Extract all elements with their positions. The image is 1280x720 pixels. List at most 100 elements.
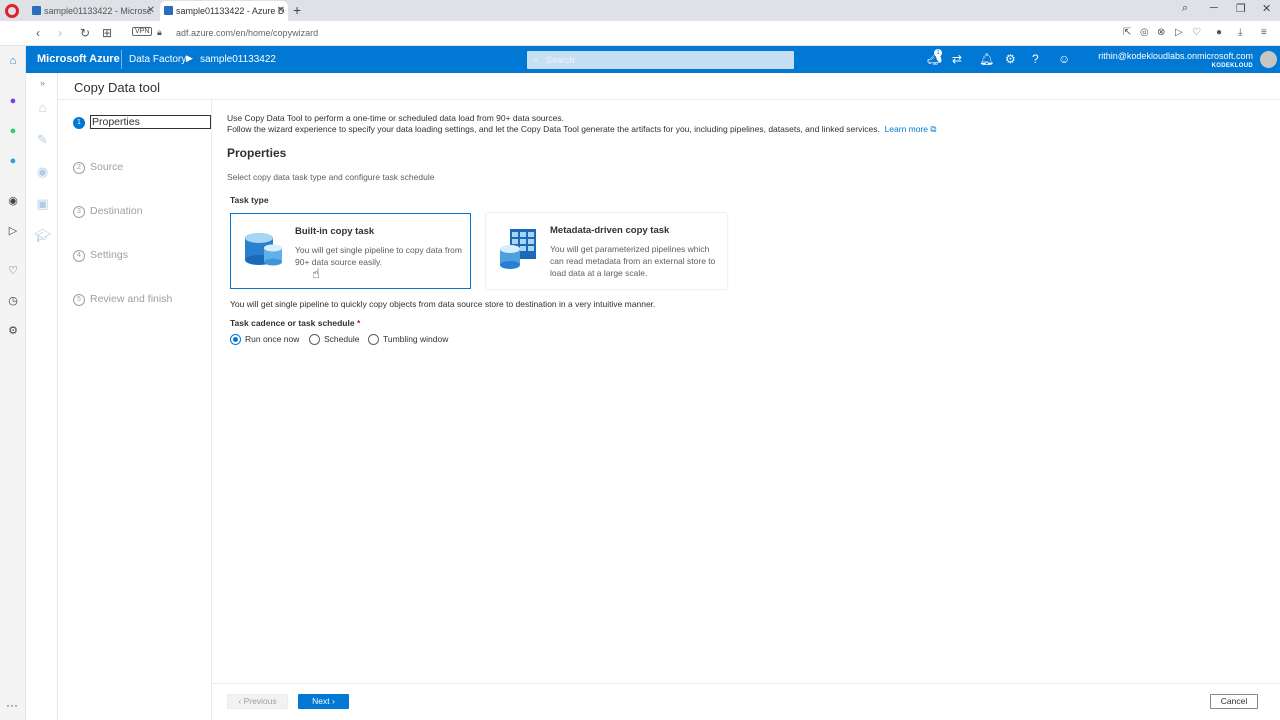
avatar[interactable] <box>1260 51 1277 68</box>
azure-favicon-icon <box>32 6 41 15</box>
step-settings[interactable]: 4 Settings <box>73 248 211 264</box>
card-description: You will get single pipeline to copy dat… <box>295 245 462 267</box>
play-icon[interactable]: ▷ <box>1175 27 1183 38</box>
step-number: 4 <box>73 250 85 262</box>
learning-icon[interactable]: 🎓︎ <box>34 227 51 244</box>
switch-directory-icon[interactable]: ⇄ <box>952 52 962 66</box>
messenger-icon[interactable]: ● <box>6 94 20 108</box>
lock-icon[interactable]: 🔒︎ <box>157 27 162 38</box>
home-icon[interactable]: ⌂ <box>34 99 51 116</box>
send-icon[interactable]: ⇱ <box>1123 27 1131 38</box>
learn-more-link[interactable]: Learn more ⧉ <box>885 124 937 134</box>
monitor-icon[interactable]: ◉ <box>34 163 51 180</box>
header-divider <box>58 99 1280 100</box>
header-divider <box>121 50 122 69</box>
search-input[interactable]: ⌕ Search <box>527 51 794 69</box>
reload-icon[interactable]: ↻ <box>80 26 90 40</box>
radio-run-once-now[interactable]: Run once now <box>230 333 299 345</box>
adf-favicon-icon <box>164 6 173 15</box>
external-link-icon: ⧉ <box>930 124 937 134</box>
settings-icon[interactable]: ⚙ <box>6 324 20 338</box>
intro-text-2: Follow the wizard experience to specify … <box>227 124 937 134</box>
next-button[interactable]: Next › <box>298 694 349 709</box>
profile-icon[interactable]: ● <box>1216 27 1222 38</box>
breadcrumb-data-factory[interactable]: Data Factory <box>129 54 186 65</box>
manage-icon[interactable]: ▣ <box>34 195 51 212</box>
settings-icon[interactable]: ⚙ <box>1005 52 1016 66</box>
hand-cursor-icon: ☝ <box>312 266 320 281</box>
builtin-copy-task-card[interactable]: Built-in copy task You will get single p… <box>230 213 471 289</box>
player-icon[interactable]: ◉ <box>6 194 20 208</box>
address-bar: ‹ › ↻ ⊞ VPN 🔒︎ adf.azure.com/en/home/cop… <box>0 21 1280 46</box>
url-field[interactable]: adf.azure.com/en/home/copywizard <box>176 28 318 38</box>
azure-header: Microsoft Azure Data Factory ▶ sample011… <box>26 46 1280 73</box>
back-icon[interactable]: ‹ <box>36 26 40 40</box>
previous-button[interactable]: ‹ Previous <box>227 694 288 709</box>
send-icon[interactable]: ▷ <box>6 224 20 238</box>
download-icon[interactable]: ⤓ <box>1238 27 1242 38</box>
browser-tab-1[interactable]: sample01133422 - Microsc ✕ <box>28 1 158 21</box>
whatsapp-icon[interactable]: ● <box>6 124 20 138</box>
heart-icon[interactable]: ♡ <box>1192 27 1201 38</box>
help-icon[interactable]: ? <box>1032 52 1039 66</box>
radio-indicator[interactable] <box>230 333 241 345</box>
minimize-icon[interactable]: ─ <box>1210 2 1218 14</box>
browser-search-icon[interactable]: ⌕ <box>1182 2 1188 15</box>
forward-icon[interactable]: › <box>58 26 62 40</box>
metadata-driven-copy-task-card[interactable]: Metadata-driven copy task You will get p… <box>486 213 727 289</box>
radio-tumbling-window[interactable]: Tumbling window <box>368 333 448 345</box>
radio-schedule[interactable]: Schedule <box>309 333 359 345</box>
browser-tab-2[interactable]: sample01133422 - Azure D ✕ <box>160 1 288 21</box>
step-number: 5 <box>73 294 85 306</box>
close-tab-icon[interactable]: ✕ <box>277 5 285 16</box>
new-tab-button[interactable]: + <box>293 2 301 18</box>
opera-logo-icon[interactable] <box>5 4 19 18</box>
vpn-badge[interactable]: VPN <box>132 27 153 36</box>
restore-icon[interactable]: ❐ <box>1236 2 1246 15</box>
radio-label: Tumbling window <box>383 334 449 344</box>
speed-dial-icon[interactable]: ⊞ <box>102 26 112 40</box>
breadcrumb-factory-name[interactable]: sample01133422 <box>200 54 276 65</box>
step-label: Review and finish <box>90 293 173 305</box>
cadence-label: Task cadence or task schedule * <box>230 318 361 328</box>
breadcrumb-chevron-icon: ▶ <box>186 53 193 63</box>
step-label: Properties <box>90 115 211 129</box>
database-icon <box>245 233 282 266</box>
history-icon[interactable]: ◷ <box>6 294 20 308</box>
cancel-button[interactable]: Cancel <box>1210 694 1258 709</box>
close-window-icon[interactable]: ✕ <box>1262 2 1271 15</box>
task-type-label: Task type <box>230 195 269 205</box>
feedback-icon[interactable]: ☺ <box>1058 52 1070 66</box>
step-source[interactable]: 2 Source <box>73 160 211 176</box>
menu-icon[interactable]: ≡ <box>1261 27 1267 38</box>
step-review[interactable]: 5 Review and finish <box>73 292 211 308</box>
azure-brand[interactable]: Microsoft Azure <box>37 53 120 65</box>
steps-divider <box>211 100 212 720</box>
block-icon[interactable]: ⊗ <box>1157 27 1165 38</box>
author-icon[interactable]: ✎ <box>34 131 51 148</box>
task-description: You will get single pipeline to quickly … <box>230 299 656 309</box>
more-icon[interactable]: ··· <box>6 698 18 712</box>
user-email[interactable]: rithin@kodekloudlabs.onmicrosoft.com <box>1098 51 1253 61</box>
step-label: Destination <box>90 205 143 217</box>
search-icon: ⌕ <box>533 54 539 64</box>
home-icon[interactable]: ⌂ <box>6 54 20 68</box>
notifications-icon[interactable]: 🔔︎ <box>979 52 994 66</box>
step-destination[interactable]: 3 Destination <box>73 204 211 220</box>
step-label: Source <box>90 161 124 173</box>
radio-label: Run once now <box>245 334 300 344</box>
browser-tab-bar: sample01133422 - Microsc ✕ sample0113342… <box>0 0 1280 21</box>
radio-indicator[interactable] <box>368 333 379 345</box>
camera-icon[interactable]: ◎ <box>1140 27 1149 38</box>
notification-badge: 1 <box>934 49 942 57</box>
card-title: Metadata-driven copy task <box>550 225 670 236</box>
step-properties[interactable]: 1 Properties <box>73 115 211 131</box>
step-number: 1 <box>73 117 85 129</box>
expand-icon[interactable]: » <box>34 75 51 92</box>
favorites-icon[interactable]: ♡ <box>6 264 20 278</box>
radio-indicator[interactable] <box>309 333 320 345</box>
radio-label: Schedule <box>324 334 360 344</box>
telegram-icon[interactable]: ● <box>6 154 20 168</box>
close-tab-icon[interactable]: ✕ <box>147 5 155 16</box>
step-number: 2 <box>73 162 85 174</box>
